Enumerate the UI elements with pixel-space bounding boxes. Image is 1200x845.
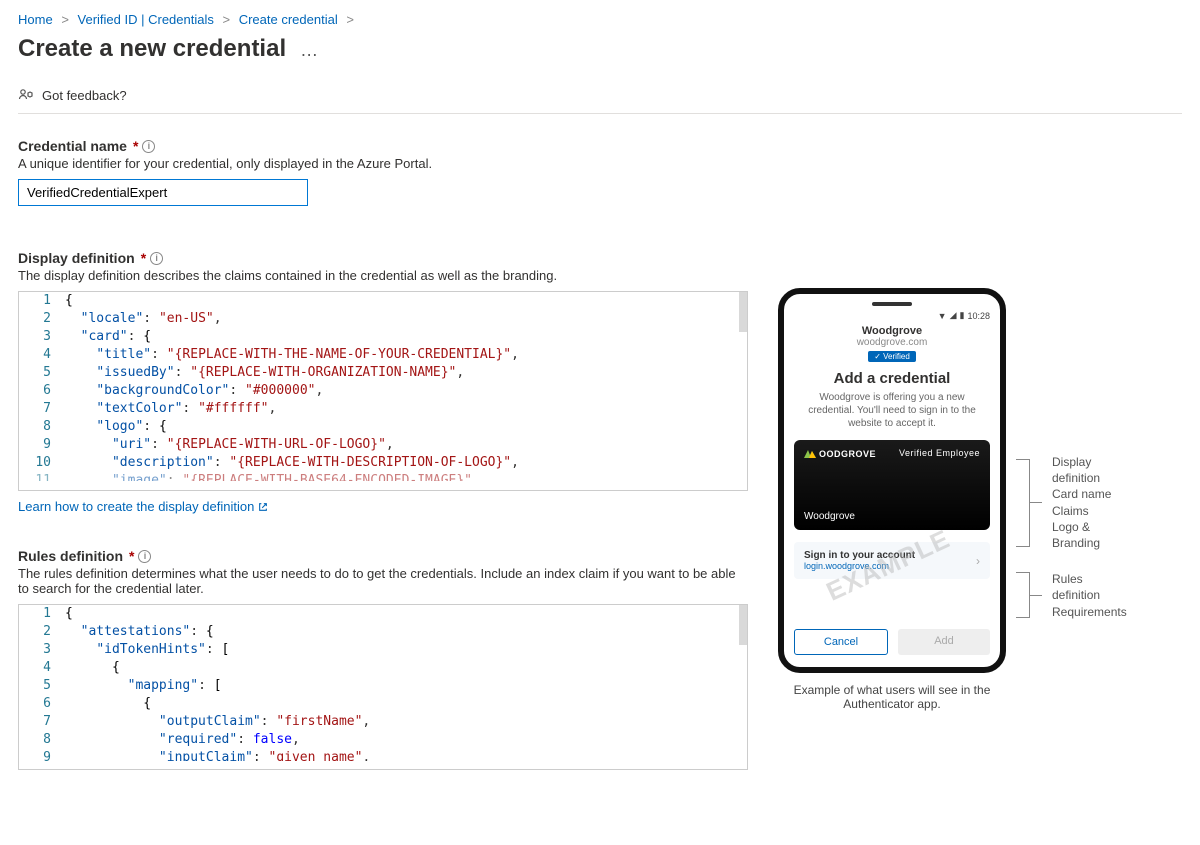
display-definition-editor[interactable]: 1{ 2 "locale": "en-US", 3 "card": { 4 "t…: [18, 291, 748, 491]
breadcrumb: Home > Verified ID | Credentials > Creat…: [18, 12, 1182, 27]
phone-status-bar: ▼ ◢ ▮ 10:28: [784, 310, 1000, 325]
feedback-icon: [18, 87, 34, 103]
phone-caption: Example of what users will see in the Au…: [778, 683, 1006, 711]
info-icon[interactable]: i: [142, 140, 155, 153]
minimap-icon: [739, 292, 747, 332]
breadcrumb-verified-id[interactable]: Verified ID | Credentials: [78, 12, 214, 27]
minimap-icon: [739, 605, 747, 645]
required-icon: *: [129, 548, 134, 564]
rules-definition-help: The rules definition determines what the…: [18, 566, 738, 596]
phone-add-button: Add: [898, 629, 990, 655]
credential-name-input[interactable]: [18, 179, 308, 206]
section-credential-name: Credential name * i A unique identifier …: [18, 138, 748, 206]
required-icon: *: [133, 138, 138, 154]
info-icon[interactable]: i: [150, 252, 163, 265]
page-title: Create a new credential: [18, 35, 286, 63]
info-icon[interactable]: i: [138, 550, 151, 563]
credential-name-label: Credential name: [18, 138, 127, 154]
card-type-label: Verified Employee: [899, 448, 980, 460]
phone-heading: Add a credential: [784, 370, 1000, 387]
phone-time: 10:28: [967, 311, 990, 321]
side-annotations: Display definition Card name Claims Logo…: [1016, 454, 1127, 640]
more-icon[interactable]: …: [300, 40, 318, 61]
verified-badge: ✓ Verified: [868, 351, 916, 362]
got-feedback-link[interactable]: Got feedback?: [42, 88, 127, 103]
signal-icon: ◢: [950, 310, 957, 321]
phone-preview: ▼ ◢ ▮ 10:28 Woodgrove woodgrove.com ✓ Ve…: [778, 288, 1006, 673]
required-icon: *: [141, 250, 146, 266]
external-link-icon: [258, 502, 268, 512]
chevron-right-icon: ›: [976, 554, 980, 568]
phone-cancel-button: Cancel: [794, 629, 888, 655]
signin-box: Sign in to your account login.woodgrove.…: [794, 542, 990, 579]
chevron-right-icon: >: [346, 12, 354, 27]
phone-org-url: woodgrove.com: [784, 337, 1000, 348]
chevron-right-icon: >: [61, 12, 69, 27]
rules-definition-editor[interactable]: 1{ 2 "attestations": { 3 "idTokenHints":…: [18, 604, 748, 770]
phone-org-name: Woodgrove: [784, 325, 1000, 337]
section-rules-definition: Rules definition * i The rules definitio…: [18, 548, 748, 770]
phone-description: Woodgrove is offering you a new credenti…: [784, 391, 1000, 430]
chevron-right-icon: >: [223, 12, 231, 27]
breadcrumb-home[interactable]: Home: [18, 12, 53, 27]
card-brand: OODGROVE: [804, 448, 876, 460]
display-definition-label: Display definition: [18, 250, 135, 266]
wifi-icon: ▼: [938, 311, 947, 321]
display-definition-help: The display definition describes the cla…: [18, 268, 748, 283]
credential-name-help: A unique identifier for your credential,…: [18, 156, 748, 171]
rules-definition-label: Rules definition: [18, 548, 123, 564]
section-display-definition: Display definition * i The display defin…: [18, 250, 748, 514]
learn-display-definition-link[interactable]: Learn how to create the display definiti…: [18, 499, 268, 514]
battery-icon: ▮: [960, 310, 965, 321]
credential-card-preview: OODGROVE Verified Employee Woodgrove: [794, 440, 990, 530]
signin-title: Sign in to your account: [804, 550, 915, 561]
breadcrumb-create-credential[interactable]: Create credential: [239, 12, 338, 27]
card-issuer: Woodgrove: [804, 511, 855, 522]
phone-speaker-icon: [872, 302, 912, 306]
signin-url: login.woodgrove.com: [804, 561, 915, 571]
